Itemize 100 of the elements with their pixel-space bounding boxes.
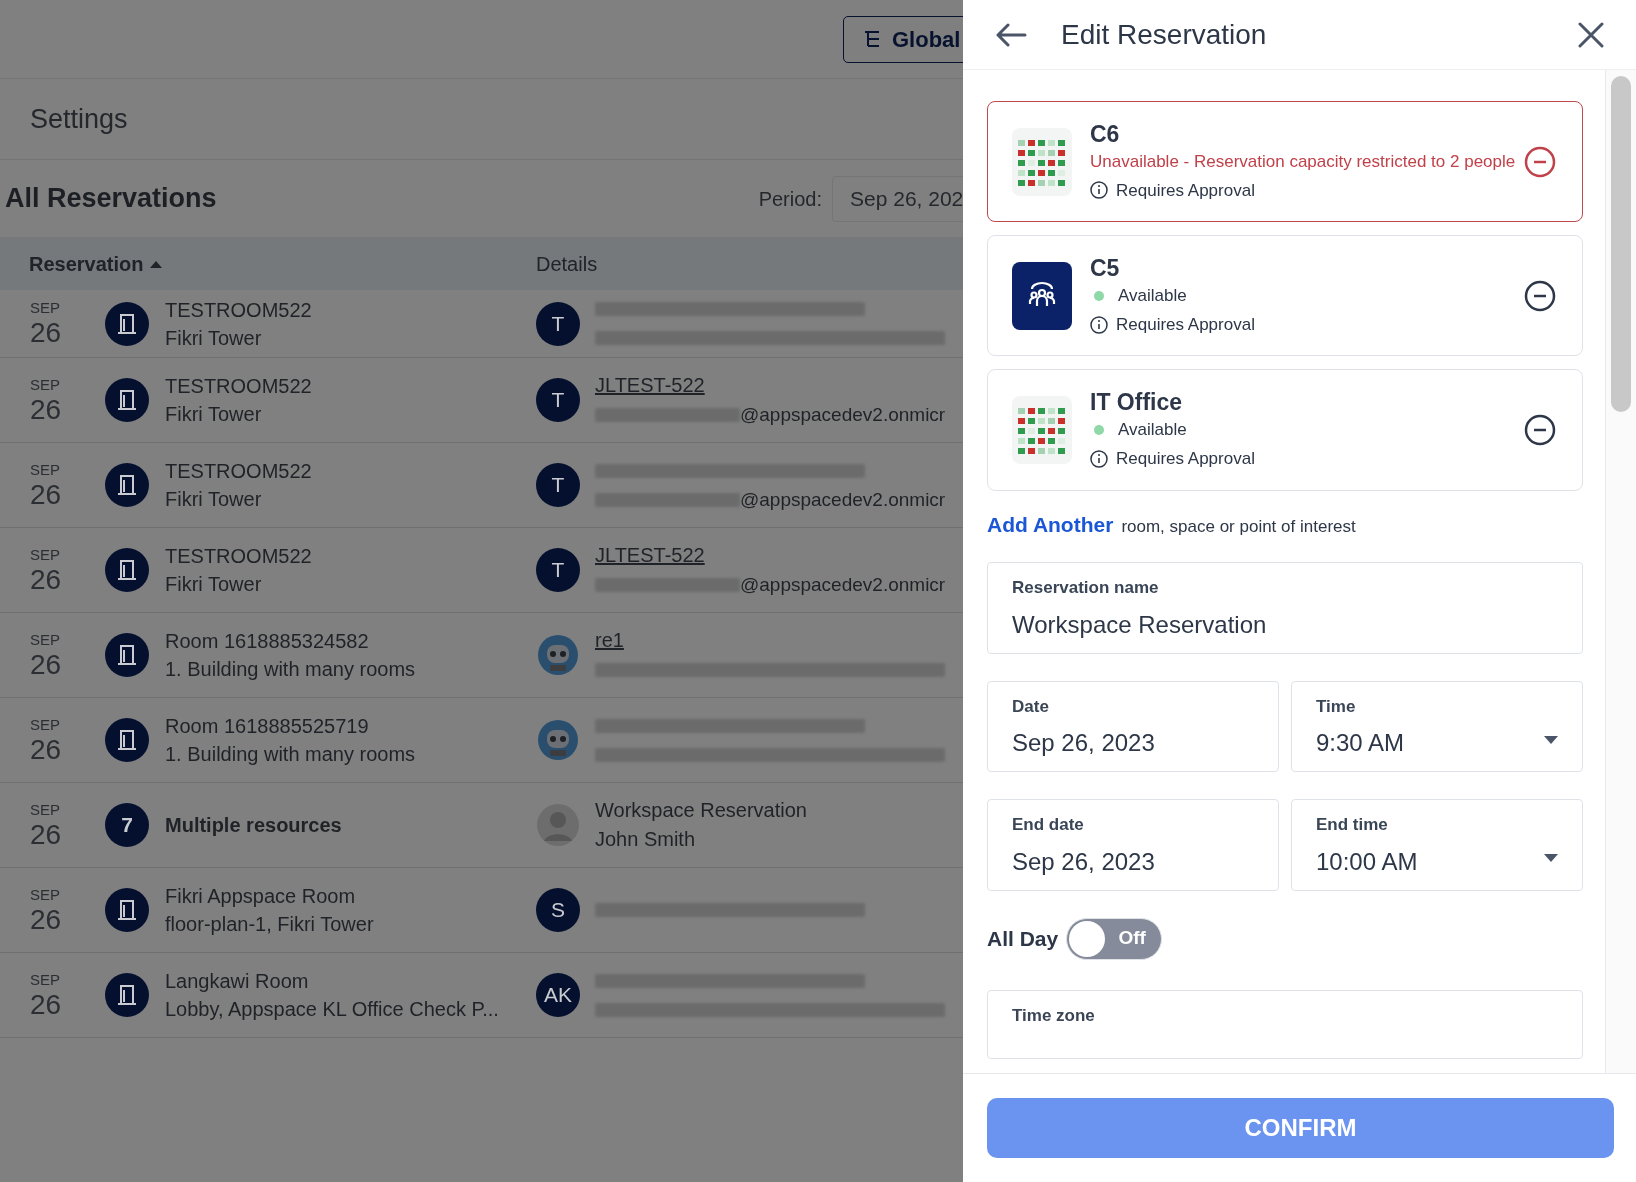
field-value: 10:00 AM xyxy=(1316,846,1419,877)
date-day: 26 xyxy=(30,905,105,934)
period-label: Period: xyxy=(758,186,822,212)
avatar: T xyxy=(536,548,580,592)
avatar: T xyxy=(536,463,580,507)
caret-icon xyxy=(1544,854,1558,863)
back-arrow-icon[interactable] xyxy=(995,22,1027,47)
reservation-row[interactable]: SEP 26 TESTROOM522 Fikri Tower T JLTEST-522 @appspacedev2.onmicr xyxy=(0,358,963,443)
resource-name: IT Office xyxy=(1090,388,1183,418)
resource-name: C6 xyxy=(1090,120,1121,149)
field-label: End date xyxy=(1012,814,1085,837)
date-day: 26 xyxy=(30,565,105,594)
date-month: SEP xyxy=(30,546,61,562)
date-day: 26 xyxy=(30,395,105,424)
date-month: SEP xyxy=(30,376,61,392)
info-icon xyxy=(1090,449,1108,468)
avatar: T xyxy=(536,301,580,346)
room-location: Fikri Tower xyxy=(165,402,263,427)
time-select[interactable]: Time 9:30 AM xyxy=(1291,680,1583,773)
date-day: 26 xyxy=(30,735,105,764)
field-label: End time xyxy=(1316,814,1389,837)
scrollbar[interactable] xyxy=(1611,76,1631,412)
remove-icon[interactable] xyxy=(1524,413,1556,446)
floor-plan-thumbnail xyxy=(1012,127,1072,196)
time-select[interactable]: End time 10:00 AM xyxy=(1291,799,1583,891)
date-day: 26 xyxy=(30,820,105,849)
approval-note: Requires Approval xyxy=(1116,448,1255,471)
field-value: Sep 26, 2023 xyxy=(1012,846,1156,877)
input-field[interactable]: Reservation name Workspace Reservation xyxy=(987,562,1583,654)
status-text: Available xyxy=(1118,285,1187,308)
column-header[interactable]: Reservation xyxy=(0,248,536,279)
room-name: TESTROOM522 xyxy=(165,297,313,323)
detail-link[interactable]: re1 xyxy=(595,626,624,655)
detail-text: John Smith xyxy=(595,827,696,852)
date-month: SEP xyxy=(30,631,61,647)
room-icon xyxy=(105,301,149,346)
detail-link[interactable]: JLTEST-522 xyxy=(595,541,705,570)
detail-link[interactable]: JLTEST-522 xyxy=(595,371,705,400)
reservation-row[interactable]: SEP 26 Langkawi Room Lobby, Appspace KL Office Check P... AK xyxy=(0,953,963,1038)
detail-text: Workspace Reservation xyxy=(595,798,807,823)
room-icon xyxy=(105,378,149,422)
date-month: SEP xyxy=(30,886,61,902)
add-another-link[interactable]: Add Another xyxy=(987,508,1114,541)
room-name: TESTROOM522 xyxy=(165,374,313,399)
room-icon xyxy=(105,463,149,507)
room-location: floor-plan-1, Fikri Tower xyxy=(165,912,375,937)
hierarchy-icon xyxy=(862,29,882,49)
close-icon[interactable] xyxy=(1578,21,1604,48)
input-field[interactable]: Time zone xyxy=(987,989,1583,1060)
input-field[interactable]: End date Sep 26, 2023 xyxy=(987,799,1279,891)
status-dot xyxy=(1094,425,1104,436)
approval-note: Requires Approval xyxy=(1116,179,1255,202)
field-value: 9:30 AM xyxy=(1316,728,1406,759)
room-location: 1. Building with many rooms xyxy=(165,742,417,767)
date-day: 26 xyxy=(30,319,105,347)
room-icon xyxy=(105,888,149,932)
info-icon xyxy=(1090,315,1108,334)
all-day-label: All Day xyxy=(987,925,1059,952)
reservation-row[interactable]: SEP 26 7 Multiple resources Workspace Reservation John Smith xyxy=(0,783,963,868)
room-name: Multiple resources xyxy=(165,813,343,838)
reservation-row[interactable]: SEP 26 Room 1618885324582 1. Building with many rooms re1 xyxy=(0,613,963,698)
field-label: Reservation name xyxy=(1012,577,1160,600)
avatar: T xyxy=(536,378,580,422)
date-day: 26 xyxy=(30,480,105,509)
remove-icon[interactable] xyxy=(1524,145,1556,178)
room-location: Fikri Tower xyxy=(165,487,263,512)
robot-avatar xyxy=(536,633,580,677)
column-header[interactable]: Details xyxy=(536,248,598,279)
reservation-row[interactable]: SEP 26 Room 1618885525719 1. Building with many rooms xyxy=(0,698,963,783)
field-label: Time xyxy=(1316,695,1357,718)
info-icon xyxy=(1090,181,1108,200)
email-text: @appspacedev2.onmicr xyxy=(740,487,946,512)
room-name: TESTROOM522 xyxy=(165,544,313,569)
field-value: Workspace Reservation xyxy=(1012,609,1268,640)
add-another-hint: room, space or point of interest xyxy=(1121,515,1356,538)
panel-title: Edit Reservation xyxy=(1061,17,1267,52)
resource-name: C5 xyxy=(1090,254,1121,284)
sort-up-icon xyxy=(149,259,162,268)
room-name: TESTROOM522 xyxy=(165,459,313,484)
date-day: 26 xyxy=(30,990,105,1019)
date-month: SEP xyxy=(30,461,61,477)
avatar: AK xyxy=(536,973,580,1017)
date-month: SEP xyxy=(30,971,61,987)
reservation-row[interactable]: SEP 26 TESTROOM522 Fikri Tower T @appspacedev2.onmicr xyxy=(0,443,963,528)
room-location: Lobby, Appspace KL Office Check P... xyxy=(165,997,500,1022)
reservation-row[interactable]: SEP 26 Fikri Appspace Room floor-plan-1, Fikri Tower S xyxy=(0,868,963,953)
remove-icon[interactable] xyxy=(1524,279,1556,312)
section-title: All Reservations xyxy=(5,182,217,215)
reservation-row[interactable]: SEP 26 TESTROOM522 Fikri Tower T JLTEST-522 @appspacedev2.onmicr xyxy=(0,528,963,613)
global-button[interactable]: Global xyxy=(843,15,963,63)
room-location: Fikri Tower xyxy=(165,325,263,351)
reservation-row[interactable]: SEP 26 TESTROOM522 Fikri Tower T xyxy=(0,290,963,358)
input-field[interactable]: Date Sep 26, 2023 xyxy=(987,680,1279,773)
date-month: SEP xyxy=(30,801,61,817)
room-name: Langkawi Room xyxy=(165,969,310,994)
status-text: Available xyxy=(1118,419,1187,442)
avatar: S xyxy=(536,888,580,932)
field-value: Sep 26, 2023 xyxy=(1012,728,1156,759)
field-label: Date xyxy=(1012,695,1050,718)
room-icon xyxy=(105,973,149,1017)
